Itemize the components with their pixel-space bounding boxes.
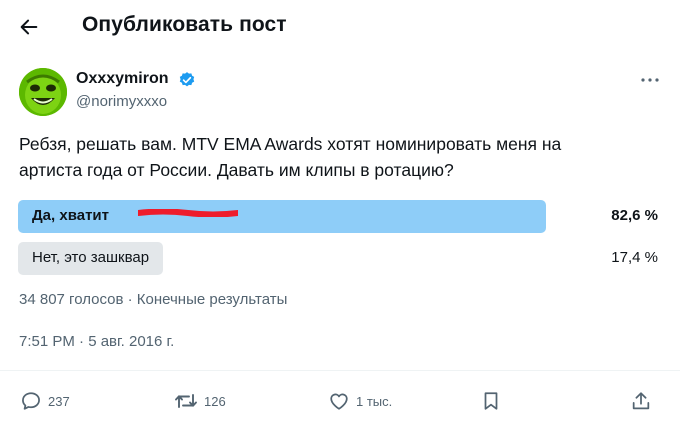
top-bar: Опубликовать пост [0, 0, 680, 52]
more-dots-icon [641, 78, 659, 82]
poll-option-percent: 17,4 % [611, 249, 658, 266]
tweet-text: Ребзя, решать вам. MTV EMA Awards хотят … [19, 134, 562, 180]
poll-option-label: Нет, это зашквар [32, 249, 150, 266]
reply-icon [22, 392, 40, 410]
retweet-button[interactable]: 126 [174, 386, 226, 416]
retweet-count: 126 [204, 393, 226, 409]
bookmark-button[interactable] [480, 386, 502, 416]
poll-option-label: Да, хватит [32, 207, 109, 224]
poll-option-1: Да, хватит 82,6 % [18, 200, 660, 233]
retweet-icon [175, 394, 197, 408]
bookmark-icon [484, 392, 498, 410]
share-button[interactable] [630, 386, 652, 416]
share-icon [632, 392, 650, 410]
heart-icon [330, 393, 348, 410]
more-options-button[interactable] [638, 72, 662, 88]
poll-option-2: Нет, это зашквар 17,4 % [18, 242, 660, 275]
author-handle[interactable]: @norimyxxxo [76, 93, 167, 110]
arrow-left-icon [20, 19, 38, 35]
avatar[interactable] [19, 68, 67, 116]
red-redaction-scribble [138, 209, 238, 217]
verified-badge-icon [179, 72, 195, 87]
post-timestamp[interactable]: 7:51 PM · 5 авг. 2016 г. [19, 333, 174, 350]
page-title: Опубликовать пост [82, 13, 287, 36]
like-count: 1 тыс. [356, 393, 393, 409]
like-button[interactable]: 1 тыс. [328, 386, 392, 416]
reply-count: 237 [48, 393, 70, 409]
poll-option-percent: 82,6 % [611, 207, 658, 224]
back-button[interactable] [14, 12, 44, 42]
divider [0, 370, 680, 371]
author-name[interactable]: Oxxxymiron [76, 70, 168, 88]
action-bar: 237 126 1 тыс. [0, 386, 680, 416]
reply-button[interactable]: 237 [20, 386, 70, 416]
poll-summary: 34 807 голосов · Конечные результаты [19, 291, 288, 308]
